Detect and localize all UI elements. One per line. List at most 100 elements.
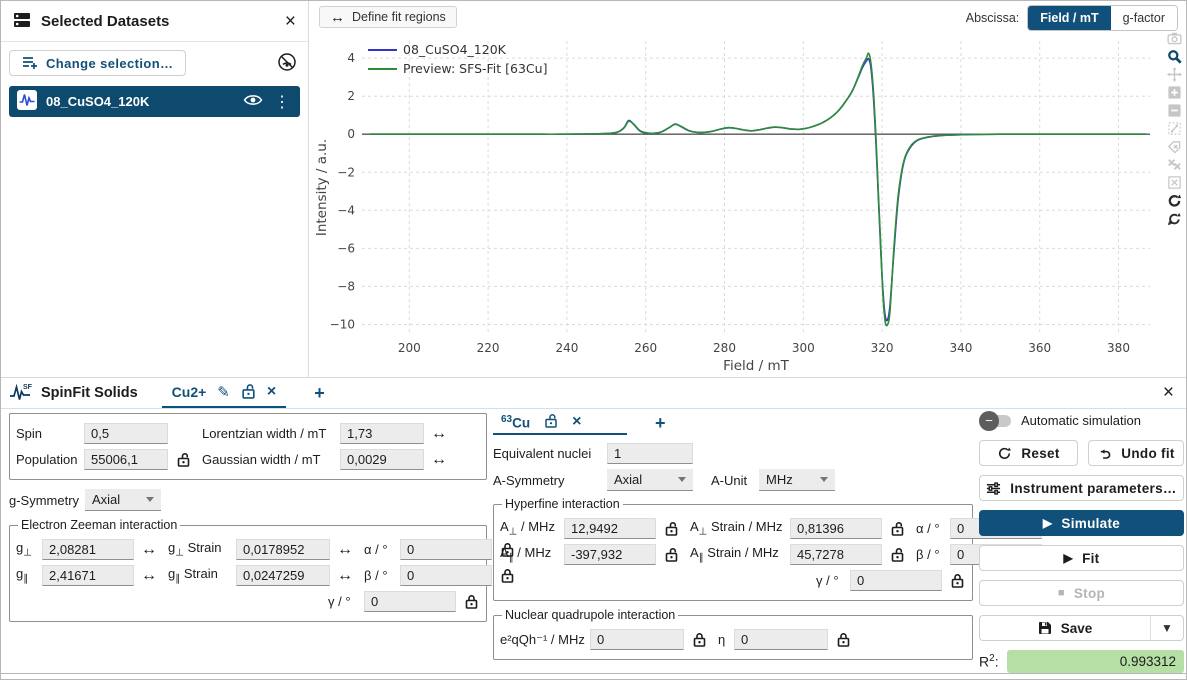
g-perp-input[interactable]: 2,08281 [42,539,134,560]
autoscale-icon[interactable] [1166,121,1183,136]
simulate-button[interactable]: ▶ Simulate [979,510,1184,536]
hf-gamma-label: γ / ° [816,573,844,588]
a-par-strain-input[interactable]: 45,7278 [790,544,882,565]
r-squared-label: R2: [979,653,999,670]
epr-spectrum-chart[interactable]: 200220240260280300320340360380420−2−4−6−… [310,1,1158,377]
save-options-dropdown[interactable]: ▼ [1150,616,1183,640]
gamma-input[interactable]: 0 [364,591,456,612]
y-axis-title: Intensity / a.u. [314,139,330,236]
g-perp-strain-input[interactable]: 0,0178952 [236,539,330,560]
gaussian-width-range-link-icon[interactable]: ↔ [430,451,448,469]
lorentzian-width-field: Lorentzian width / mT1,73↔ [202,423,448,444]
g-par-input[interactable]: 2,41671 [42,565,134,586]
abscissa-option-field[interactable]: Field / mT [1028,6,1110,30]
chevron-down-icon [820,477,828,482]
dataset-row[interactable]: 08_CuSO4_120K ⋮ [9,86,300,117]
undo-fit-button[interactable]: Undo fit [1088,440,1184,466]
play-icon: ▶ [1043,516,1053,530]
a-par-strain-field: A∥ Strain / MHz45,7278 [690,544,906,565]
spinfit-panel-close-icon[interactable]: × [1163,383,1174,402]
g-par-strain-field: g∥ Strain0,0247259↔ [168,565,354,586]
population-unlock-icon[interactable] [174,452,192,467]
close-tab-icon[interactable]: × [267,383,276,401]
reset-view-edit-icon[interactable] [1166,211,1183,226]
tab-unlock-icon[interactable] [241,383,256,402]
add-spin-system-tab[interactable]: + [314,383,325,404]
a-perp-input[interactable]: 12,9492 [564,518,656,539]
toggle-crosshair-icon[interactable] [1166,157,1183,172]
automatic-simulation-toggle[interactable]: − [981,415,1011,427]
svg-text:−10: −10 [330,318,355,332]
define-fit-regions-button[interactable]: ↔ Define fit regions [319,6,457,28]
a-perp-unlock-icon[interactable] [662,521,680,536]
datasets-actions-row: Change selection… [1,42,308,82]
eta-lock-icon[interactable] [834,632,852,647]
beta-input[interactable]: 0 [400,565,492,586]
reset-button[interactable]: Reset [979,440,1078,466]
r-squared-row: R2: 0.993312 [979,650,1184,673]
clear-region-icon[interactable] [1166,175,1183,190]
g-par-strain-range-link-icon[interactable]: ↔ [336,567,354,585]
quadrupole-lock-icon[interactable] [690,632,708,647]
a-symmetry-select[interactable]: Axial [607,469,693,491]
zoom-in-icon[interactable] [1166,85,1183,100]
a-par-input[interactable]: -397,932 [564,544,656,565]
reset-view-icon[interactable] [1166,193,1183,208]
population-field: Population55006,1 [16,449,192,470]
a-perp-strain-input[interactable]: 0,81396 [790,518,882,539]
zoom-out-icon[interactable] [1166,103,1183,118]
a-perp-label: A⊥ / MHz [500,519,558,538]
g-par-range-link-icon[interactable]: ↔ [140,567,158,585]
nucleus-unlock-icon[interactable] [544,413,558,431]
deselect-icon[interactable] [1166,139,1183,154]
spin-input[interactable]: 0,5 [84,423,168,444]
alpha-input[interactable]: 0 [400,539,492,560]
gamma-lock-icon[interactable] [462,594,480,609]
hf-gamma-input[interactable]: 0 [850,570,942,591]
spin-label: Spin [16,426,78,441]
population-input[interactable]: 55006,1 [84,449,168,470]
hide-all-datasets-icon[interactable] [276,51,298,76]
a-par-label: A∥ / MHz [500,545,558,564]
gaussian-width-input[interactable]: 0,0029 [340,449,424,470]
datasets-panel-close-icon[interactable]: × [285,12,296,31]
a-unit-label: A-Unit [711,473,749,488]
a-par-unlock-icon[interactable] [662,547,680,562]
eta-input[interactable]: 0 [734,629,828,650]
a-symmetry-label: A-Symmetry [493,473,597,488]
dataset-menu-kebab-icon[interactable]: ⋮ [272,92,292,112]
lorentzian-width-input[interactable]: 1,73 [340,423,424,444]
abscissa-option-gfactor[interactable]: g-factor [1111,6,1177,30]
hf-gamma-lock-icon[interactable] [948,573,966,588]
screenshot-icon[interactable] [1166,31,1183,46]
g-perp-range-link-icon[interactable]: ↔ [140,541,158,559]
a-perp-strain-unlock-icon[interactable] [888,521,906,536]
save-button[interactable]: Save [980,616,1150,640]
box-zoom-icon[interactable] [1166,49,1183,64]
stop-button[interactable]: ■ Stop [979,580,1184,606]
dataset-name: 08_CuSO4_120K [46,94,234,109]
nucleus-tab-63cu[interactable]: 63Cu × [493,411,627,435]
edit-tab-pencil-icon[interactable]: ✎ [217,383,230,401]
g-par-strain-input[interactable]: 0,0247259 [236,565,330,586]
lorentzian-width-range-link-icon[interactable]: ↔ [430,425,448,443]
toggle-knob-icon: − [979,411,999,431]
close-nucleus-tab-icon[interactable]: × [572,413,581,431]
visibility-eye-icon[interactable] [243,93,263,110]
a-unit-select[interactable]: MHz [759,469,835,491]
a-par-strain-unlock-icon[interactable] [888,547,906,562]
pan-icon[interactable] [1166,67,1183,82]
g-symmetry-select[interactable]: Axial [85,489,161,511]
equivalent-nuclei-input[interactable]: 1 [607,443,693,464]
equivalent-nuclei-label: Equivalent nuclei [493,446,597,461]
fit-button[interactable]: ▶ Fit [979,545,1184,571]
instrument-parameters-button[interactable]: Instrument parameters… [979,475,1184,501]
add-nucleus-tab[interactable]: + [655,413,666,434]
a-par-field: A∥ / MHz -397,932 [500,544,680,565]
change-selection-button[interactable]: Change selection… [9,50,186,76]
a-perp-strain-label: A⊥ Strain / MHz [690,519,784,538]
quadrupole-input[interactable]: 0 [590,629,684,650]
spin-system-tab-cu2[interactable]: Cu2+ ✎ × [162,378,287,408]
gamma-label: γ / ° [328,594,358,609]
g-perp-strain-range-link-icon[interactable]: ↔ [336,541,354,559]
